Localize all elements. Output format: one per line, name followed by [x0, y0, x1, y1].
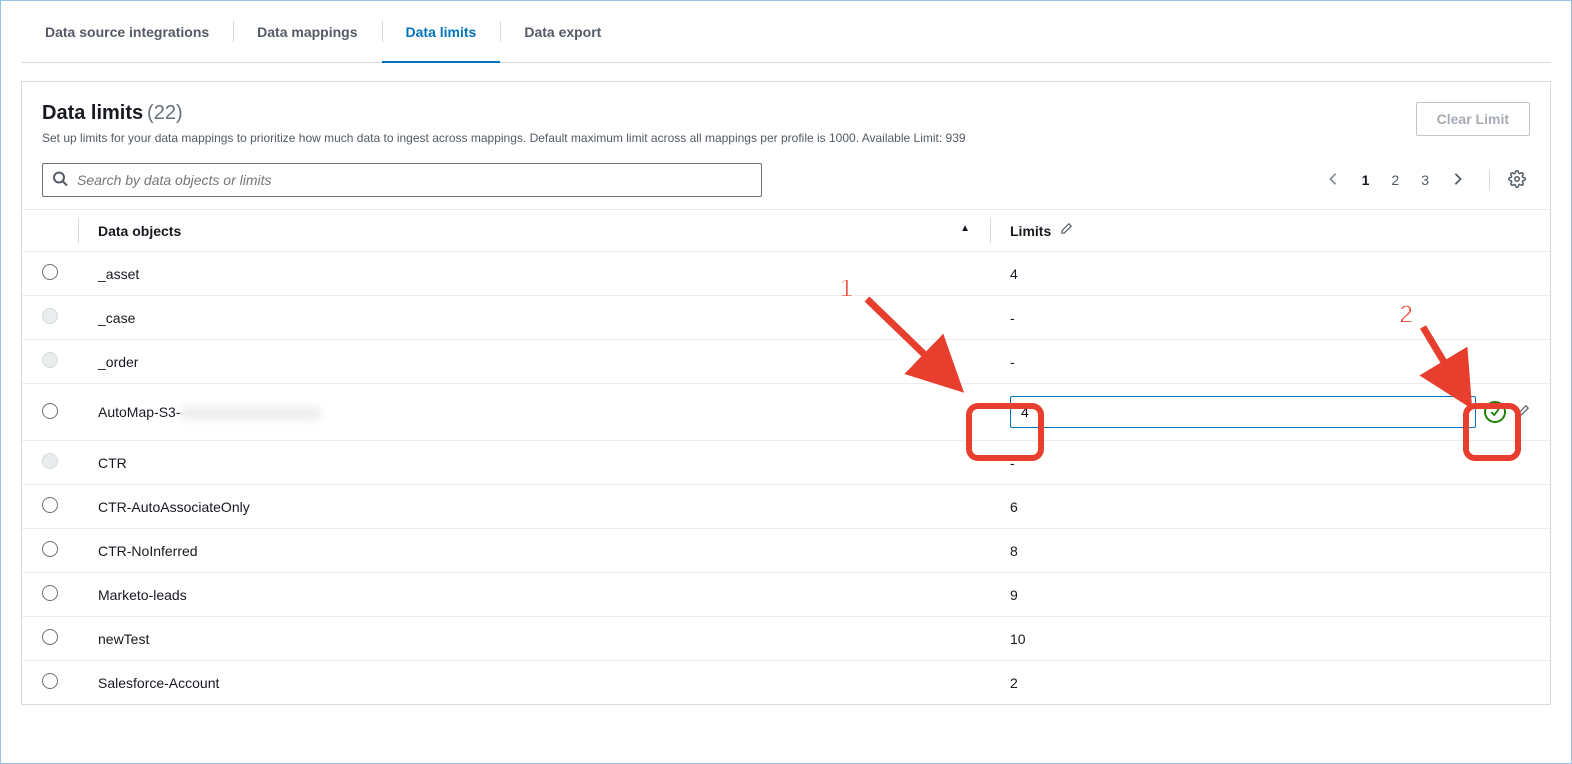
- limit-cell: 10: [990, 617, 1550, 661]
- table-row: CTR-AutoAssociateOnly6: [22, 485, 1550, 529]
- search-icon: [52, 171, 68, 190]
- table-row: _order-: [22, 340, 1550, 384]
- limit-cell: [990, 384, 1550, 441]
- tab-data-export[interactable]: Data export: [500, 1, 625, 62]
- data-object-cell: newTest: [78, 617, 990, 661]
- page-3[interactable]: 3: [1417, 170, 1433, 190]
- limit-cell: -: [990, 441, 1550, 485]
- tab-data-source-integrations[interactable]: Data source integrations: [21, 1, 233, 62]
- page-title: Data limits: [42, 102, 143, 124]
- next-page-button[interactable]: [1447, 168, 1469, 193]
- clear-limit-button[interactable]: Clear Limit: [1416, 102, 1530, 136]
- page-2[interactable]: 2: [1387, 170, 1403, 190]
- row-select-radio[interactable]: [42, 264, 58, 280]
- limit-cell: 8: [990, 529, 1550, 573]
- data-object-cell: _order: [78, 340, 990, 384]
- title-count: (22): [147, 102, 183, 124]
- limit-cell: 6: [990, 485, 1550, 529]
- redacted-text: xxxxxxxxxxxxxxxxxxxx: [180, 404, 320, 420]
- divider: [1489, 169, 1490, 191]
- data-limits-table: Data objects ▲ Limits _asset4_case-_orde…: [22, 209, 1550, 704]
- search-input[interactable]: [42, 163, 762, 197]
- edit-icon[interactable]: [1516, 404, 1530, 421]
- data-object-cell: _case: [78, 296, 990, 340]
- tab-data-mappings[interactable]: Data mappings: [233, 1, 381, 62]
- limit-cell: 9: [990, 573, 1550, 617]
- data-object-cell: _asset: [78, 252, 990, 296]
- limit-cell: -: [990, 340, 1550, 384]
- sort-asc-icon: ▲: [960, 223, 970, 234]
- row-select-radio[interactable]: [42, 403, 58, 419]
- data-object-cell: Salesforce-Account: [78, 661, 990, 705]
- data-object-cell: CTR-AutoAssociateOnly: [78, 485, 990, 529]
- pagination: 123: [1322, 166, 1530, 195]
- page-1[interactable]: 1: [1358, 170, 1374, 190]
- data-objects-column-header[interactable]: Data objects ▲: [78, 210, 990, 252]
- data-object-cell: AutoMap-S3-xxxxxxxxxxxxxxxxxxxx: [78, 384, 990, 441]
- tab-data-limits[interactable]: Data limits: [382, 1, 501, 62]
- table-settings-button[interactable]: [1504, 166, 1530, 195]
- edit-icon[interactable]: [1059, 223, 1073, 239]
- data-object-cell: CTR-NoInferred: [78, 529, 990, 573]
- row-select-radio[interactable]: [42, 541, 58, 557]
- limit-input[interactable]: [1010, 396, 1476, 428]
- limit-cell: 2: [990, 661, 1550, 705]
- row-select-radio[interactable]: [42, 497, 58, 513]
- prev-page-button[interactable]: [1322, 168, 1344, 193]
- row-select-radio[interactable]: [42, 629, 58, 645]
- data-limits-card: Data limits (22) Set up limits for your …: [21, 81, 1551, 705]
- limit-cell: -: [990, 296, 1550, 340]
- confirm-limit-button[interactable]: [1484, 401, 1506, 423]
- table-row: CTR-NoInferred8: [22, 529, 1550, 573]
- table-row: _asset4: [22, 252, 1550, 296]
- row-select-radio: [42, 352, 58, 368]
- row-select-radio[interactable]: [42, 673, 58, 689]
- table-row: CTR-: [22, 441, 1550, 485]
- data-object-cell: Marketo-leads: [78, 573, 990, 617]
- table-row: AutoMap-S3-xxxxxxxxxxxxxxxxxxxx: [22, 384, 1550, 441]
- limit-cell: 4: [990, 252, 1550, 296]
- table-row: Salesforce-Account2: [22, 661, 1550, 705]
- select-column-header: [22, 210, 78, 252]
- row-select-radio: [42, 453, 58, 469]
- table-row: _case-: [22, 296, 1550, 340]
- tab-bar: Data source integrationsData mappingsDat…: [21, 1, 1551, 63]
- data-object-cell: CTR: [78, 441, 990, 485]
- page-description: Set up limits for your data mappings to …: [42, 131, 966, 145]
- table-row: newTest10: [22, 617, 1550, 661]
- limits-column-header[interactable]: Limits: [990, 210, 1550, 252]
- row-select-radio: [42, 308, 58, 324]
- row-select-radio[interactable]: [42, 585, 58, 601]
- table-row: Marketo-leads9: [22, 573, 1550, 617]
